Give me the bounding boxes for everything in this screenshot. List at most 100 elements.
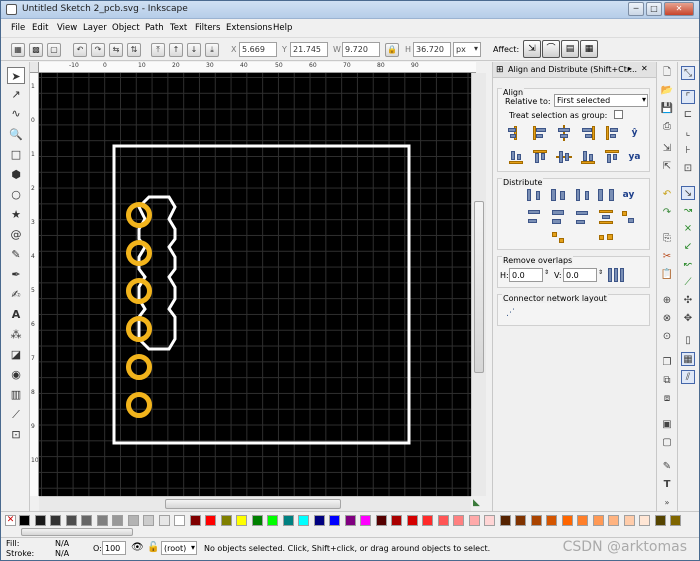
redo-icon[interactable]: ↷: [660, 206, 674, 220]
print-icon[interactable]: ⎙: [660, 120, 674, 134]
undo-icon[interactable]: ↶: [660, 188, 674, 202]
color-swatch[interactable]: [623, 515, 635, 526]
zoom-selection-icon[interactable]: ⊕: [660, 294, 674, 308]
align-top-to-bottom-icon[interactable]: [602, 147, 623, 167]
3d-box-tool-icon[interactable]: ⬢: [7, 166, 25, 183]
open-icon[interactable]: 📂: [660, 84, 674, 98]
snap-smooth-nodes-icon[interactable]: ↜: [681, 258, 695, 272]
align-baseline-text-icon[interactable]: ŷ: [624, 123, 645, 143]
color-swatch[interactable]: [50, 515, 61, 526]
node-tool-icon[interactable]: ↗: [7, 86, 25, 103]
duplicate-icon[interactable]: ❐: [660, 356, 674, 370]
snap-enable-icon[interactable]: ⤡: [681, 66, 695, 80]
snap-guides-icon[interactable]: ⫽: [681, 370, 695, 384]
layer-select[interactable]: (root) ▾: [161, 541, 197, 555]
overlap-h-field[interactable]: 0.0: [509, 268, 543, 282]
color-swatch[interactable]: [220, 515, 232, 526]
distribute-text-v-icon[interactable]: [618, 207, 639, 227]
randomize-centers-icon[interactable]: [548, 229, 569, 249]
menu-edit[interactable]: Edit: [32, 23, 48, 33]
color-swatch[interactable]: [592, 515, 604, 526]
clone-icon[interactable]: ⧉: [660, 374, 674, 388]
snap-nodes-icon[interactable]: ↘: [681, 186, 695, 200]
rotate-ccw-icon[interactable]: ↶: [73, 43, 87, 57]
align-top-edges-icon[interactable]: [530, 147, 551, 167]
color-swatch[interactable]: [422, 515, 433, 526]
fill-stroke-icon[interactable]: ✎: [660, 460, 674, 474]
paste-icon[interactable]: 📋: [660, 268, 674, 282]
align-right-to-left-icon[interactable]: [506, 123, 527, 143]
color-swatch[interactable]: [19, 515, 30, 526]
color-swatch[interactable]: [530, 515, 542, 526]
distribute-top-edges-icon[interactable]: [524, 207, 545, 227]
affect-gradient-icon[interactable]: ▤: [561, 40, 579, 58]
new-document-icon[interactable]: 🗋: [660, 66, 674, 80]
export-icon[interactable]: ⇱: [660, 160, 674, 174]
width-field[interactable]: 9.720: [342, 42, 380, 57]
x-field[interactable]: 5.669: [239, 42, 277, 57]
menu-filters[interactable]: Filters: [195, 23, 220, 33]
color-swatch[interactable]: [236, 515, 247, 526]
fill-value[interactable]: N/A: [55, 539, 69, 548]
align-left-to-right-icon[interactable]: [602, 123, 623, 143]
maximize-button[interactable]: □: [646, 2, 662, 16]
raise-icon[interactable]: ↑: [169, 43, 183, 57]
treat-as-group-checkbox[interactable]: [614, 110, 623, 119]
import-icon[interactable]: ⇲: [660, 142, 674, 156]
distribute-centers-h-icon[interactable]: [548, 185, 569, 205]
color-swatch[interactable]: [468, 515, 480, 526]
no-paint-swatch[interactable]: ✕: [5, 515, 16, 526]
distribute-baseline-icon[interactable]: ay: [618, 185, 639, 205]
lower-icon[interactable]: ↓: [187, 43, 201, 57]
horizontal-scrollbar[interactable]: [39, 496, 471, 511]
color-swatch[interactable]: [313, 515, 325, 526]
color-swatch[interactable]: [375, 515, 387, 526]
raise-to-top-icon[interactable]: ⤒: [151, 43, 165, 57]
relative-to-select[interactable]: First selected ▾: [554, 94, 648, 107]
rectangle-tool-icon[interactable]: □: [7, 146, 25, 163]
affect-pattern-icon[interactable]: ▦: [580, 40, 598, 58]
menu-layer[interactable]: Layer: [83, 23, 107, 33]
align-right-edges-icon[interactable]: [578, 123, 599, 143]
layer-visibility-icon[interactable]: 👁: [131, 542, 144, 553]
menu-path[interactable]: Path: [145, 23, 164, 33]
color-swatch[interactable]: [654, 515, 666, 526]
menu-object[interactable]: Object: [112, 23, 140, 33]
eraser-tool-icon[interactable]: ◪: [7, 346, 25, 363]
color-swatch[interactable]: [65, 515, 77, 526]
pencil-tool-icon[interactable]: ✎: [7, 246, 25, 263]
calligraphy-tool-icon[interactable]: ✍: [7, 286, 25, 303]
color-swatch[interactable]: [251, 515, 263, 526]
color-swatch[interactable]: [639, 515, 650, 526]
pen-tool-icon[interactable]: ✒: [7, 266, 25, 283]
ungroup-icon[interactable]: ▢: [660, 436, 674, 450]
affect-corners-scale-icon[interactable]: ⌒: [542, 40, 560, 58]
dropper-tool-icon[interactable]: ⟋: [7, 406, 25, 423]
spray-tool-icon[interactable]: ⁂: [7, 326, 25, 343]
color-swatch[interactable]: [81, 515, 92, 526]
snap-intersections-icon[interactable]: ⨯: [681, 222, 695, 236]
color-swatch[interactable]: [561, 515, 573, 526]
palette-scrollbar[interactable]: [1, 527, 699, 537]
ellipse-tool-icon[interactable]: ○: [7, 186, 25, 203]
star-tool-icon[interactable]: ★: [7, 206, 25, 223]
color-swatch[interactable]: [670, 515, 681, 526]
align-left-edges-icon[interactable]: [530, 123, 551, 143]
vertical-scrollbar[interactable]: [471, 73, 486, 496]
color-swatch[interactable]: [546, 515, 557, 526]
snap-rotation-centers-icon[interactable]: ✥: [681, 312, 695, 326]
color-swatch[interactable]: [515, 515, 526, 526]
overlap-v-field[interactable]: 0.0: [563, 268, 597, 282]
unclump-icon[interactable]: [596, 229, 617, 249]
color-swatch[interactable]: [205, 515, 216, 526]
unlink-clone-icon[interactable]: ⧈: [660, 392, 674, 406]
more-commands-icon[interactable]: »: [660, 496, 674, 510]
color-manage-icon[interactable]: ◣: [473, 498, 485, 510]
color-swatch[interactable]: [298, 515, 309, 526]
connector-tool-icon[interactable]: ⊡: [7, 426, 25, 443]
opacity-field[interactable]: 100: [102, 541, 126, 555]
snap-object-centers-icon[interactable]: ✣: [681, 294, 695, 308]
distribute-bottom-edges-icon[interactable]: [572, 207, 593, 227]
selector-tool-icon[interactable]: ➤: [7, 67, 25, 84]
stroke-value[interactable]: N/A: [55, 549, 69, 558]
